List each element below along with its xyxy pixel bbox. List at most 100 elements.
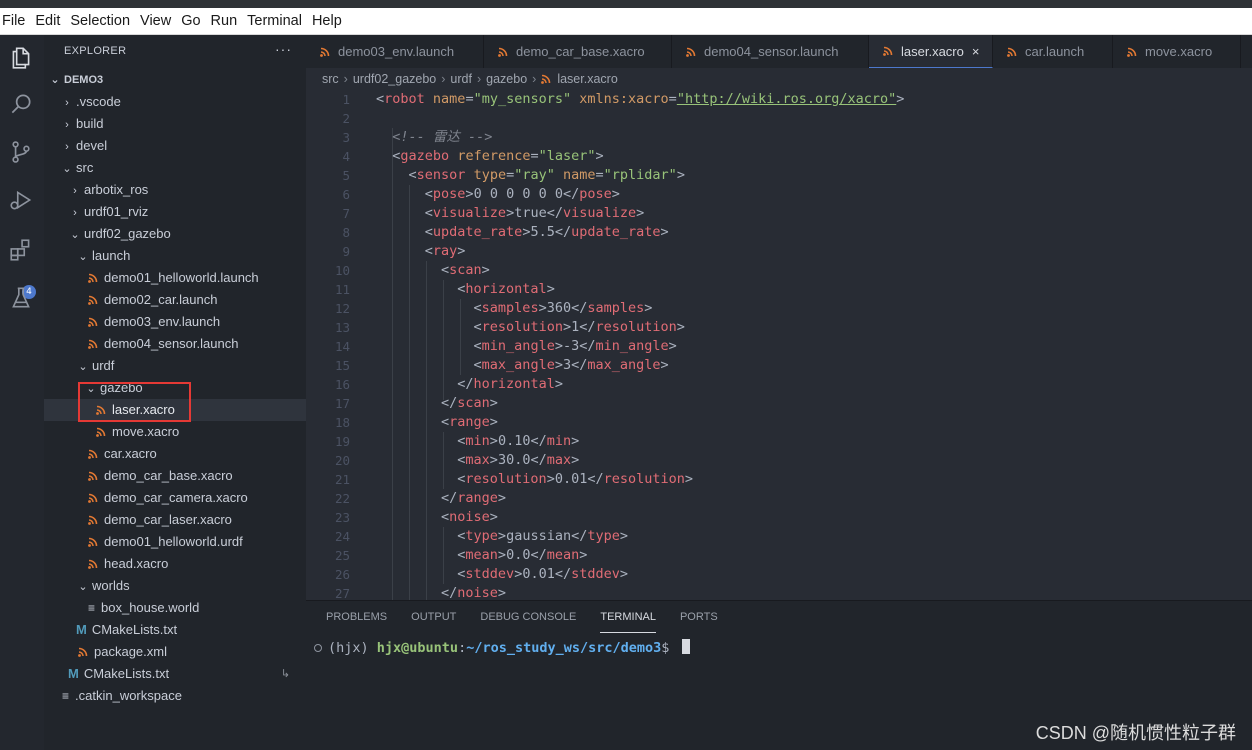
code-line: <gazebo reference="laser">: [376, 148, 604, 164]
tree-item-demo03-env-launch[interactable]: demo03_env.launch: [44, 311, 306, 333]
code-line: <robot name="my_sensors" xmlns:xacro="ht…: [376, 91, 905, 107]
url-link[interactable]: "http://wiki.ros.org/xacro": [677, 91, 896, 107]
tree-item-src[interactable]: ⌄ src: [44, 157, 306, 179]
tree-item-demo-car-base-xacro[interactable]: demo_car_base.xacro: [44, 465, 306, 487]
explorer-sidebar: EXPLORER ··· ⌄ DEMO3 › .vscode › build › dev…: [44, 35, 306, 750]
tree-item-car-xacro[interactable]: car.xacro: [44, 443, 306, 465]
tab-demo03-env-launch[interactable]: demo03_env.launch: [306, 35, 484, 68]
editor-tab-bar: demo03_env.launch demo_car_base.xacro de…: [306, 35, 1252, 68]
tree-item-box-house-world[interactable]: ≡ box_house.world: [44, 597, 306, 619]
explorer-title: EXPLORER: [64, 45, 127, 57]
tree-item-demo04-sensor-launch[interactable]: demo04_sensor.launch: [44, 333, 306, 355]
tree-item-demo01-helloworld-urdf[interactable]: demo01_helloworld.urdf: [44, 531, 306, 553]
rss-icon: [88, 317, 98, 327]
panel-tabs: PROBLEMS OUTPUT DEBUG CONSOLE TERMINAL P…: [326, 611, 742, 633]
menu-go[interactable]: Go: [178, 8, 207, 35]
line-number: 12: [334, 301, 350, 316]
testing-icon[interactable]: [6, 283, 36, 313]
line-number: 26: [334, 567, 350, 582]
code-lines: <robot name="my_sensors" xmlns:xacro="ht…: [376, 90, 904, 600]
chevron-down-icon: ⌄: [70, 229, 80, 241]
tree-item-urdf[interactable]: ⌄ urdf: [44, 355, 306, 377]
tab-laser-xacro[interactable]: laser.xacro ×: [869, 35, 993, 68]
code-line: <max>30.0</max>: [376, 452, 580, 468]
tree-item-arbotix-ros[interactable]: › arbotix_ros: [44, 179, 306, 201]
menu-bar: File Edit Selection View Go Run Terminal…: [0, 8, 1252, 35]
chevron-right-icon: ›: [65, 119, 69, 131]
code-line: <pose>0 0 0 0 0 0</pose>: [376, 186, 620, 202]
tree-item-move-xacro[interactable]: move.xacro: [44, 421, 306, 443]
tree-item-worlds[interactable]: ⌄ worlds: [44, 575, 306, 597]
run-debug-icon[interactable]: [6, 185, 36, 215]
tree-item-vscode[interactable]: › .vscode: [44, 91, 306, 113]
terminal-output[interactable]: (hjx) hjx@ubuntu:~/ros_study_ws/src/demo…: [314, 639, 690, 656]
menu-help[interactable]: Help: [309, 8, 349, 35]
extensions-icon[interactable]: [6, 235, 36, 265]
text-file-icon: ≡: [62, 689, 70, 703]
cmake-icon: M: [76, 622, 87, 637]
tree-item-catkin-workspace[interactable]: ≡ .catkin_workspace: [44, 685, 306, 707]
chevron-down-icon: ⌄: [78, 581, 88, 593]
rss-icon: [88, 493, 98, 503]
tree-item-devel[interactable]: › devel: [44, 135, 306, 157]
tree-item-demo-car-camera-xacro[interactable]: demo_car_camera.xacro: [44, 487, 306, 509]
tab-ports[interactable]: PORTS: [680, 611, 718, 633]
line-number: 1: [342, 92, 350, 107]
activity-bar: 4: [0, 35, 44, 750]
menu-edit[interactable]: Edit: [32, 8, 67, 35]
menu-file[interactable]: File: [0, 8, 32, 35]
tab-problems[interactable]: PROBLEMS: [326, 611, 387, 633]
rss-icon: [498, 47, 508, 57]
search-icon[interactable]: [6, 89, 36, 119]
tab-move-xacro[interactable]: move.xacro: [1113, 35, 1241, 68]
menu-run[interactable]: Run: [208, 8, 245, 35]
code-line: <mean>0.0</mean>: [376, 547, 588, 563]
code-line: <!-- 雷达 -->: [392, 129, 493, 145]
menu-terminal[interactable]: Terminal: [244, 8, 309, 35]
tree-item-package-xml[interactable]: package.xml: [44, 641, 306, 663]
breadcrumb-gazebo[interactable]: gazebo: [486, 72, 527, 86]
menu-selection[interactable]: Selection: [67, 8, 137, 35]
tab-car-launch[interactable]: car.launch: [993, 35, 1113, 68]
tab-demo04-sensor-launch[interactable]: demo04_sensor.launch: [672, 35, 869, 68]
menu-view[interactable]: View: [137, 8, 178, 35]
explorer-icon[interactable]: [6, 43, 36, 73]
close-icon[interactable]: ×: [972, 44, 980, 59]
breadcrumb-src[interactable]: src: [322, 72, 339, 86]
text-file-icon: ≡: [88, 601, 96, 615]
code-line: <type>gaussian</type>: [376, 528, 629, 544]
explorer-more-button[interactable]: ···: [275, 41, 292, 57]
rss-icon: [1007, 47, 1017, 57]
tab-output[interactable]: OUTPUT: [411, 611, 456, 633]
tree-item-urdf02-gazebo[interactable]: ⌄ urdf02_gazebo: [44, 223, 306, 245]
tree-item-launch[interactable]: ⌄ launch: [44, 245, 306, 267]
tree-item-demo-car-laser-xacro[interactable]: demo_car_laser.xacro: [44, 509, 306, 531]
tree-item-cmakelists-src[interactable]: M CMakeLists.txt ↳: [44, 663, 306, 685]
code-editor[interactable]: 1 2 3 4 5 6 7 8 9 10 11 12 13 14 15 16 1…: [306, 90, 1252, 600]
symlink-icon: ↳: [280, 668, 290, 680]
line-number: 3: [342, 130, 350, 145]
tree-item-demo01-helloworld-launch[interactable]: demo01_helloworld.launch: [44, 267, 306, 289]
rss-icon: [88, 559, 98, 569]
chevron-right-icon: ›: [73, 185, 77, 197]
breadcrumb-urdf02-gazebo[interactable]: urdf02_gazebo: [353, 72, 436, 86]
tree-item-demo02-car-launch[interactable]: demo02_car.launch: [44, 289, 306, 311]
tab-terminal[interactable]: TERMINAL: [600, 611, 656, 633]
source-control-icon[interactable]: [6, 137, 36, 167]
chevron-down-icon: ⌄: [50, 74, 60, 86]
tree-item-urdf01-rviz[interactable]: › urdf01_rviz: [44, 201, 306, 223]
breadcrumb-urdf[interactable]: urdf: [450, 72, 472, 86]
code-line: <update_rate>5.5</update_rate>: [376, 224, 669, 240]
tab-demo-car-base-xacro[interactable]: demo_car_base.xacro: [484, 35, 672, 68]
workspace-root[interactable]: ⌄ DEMO3: [44, 69, 306, 91]
tree-item-head-xacro[interactable]: head.xacro: [44, 553, 306, 575]
breadcrumb-laser-xacro[interactable]: laser.xacro: [557, 72, 617, 86]
line-number: 9: [342, 244, 350, 259]
tree-item-cmakelists-gazebo[interactable]: M CMakeLists.txt: [44, 619, 306, 641]
code-line: <resolution>1</resolution>: [376, 319, 685, 335]
line-number: 10: [334, 263, 350, 278]
tree-item-build[interactable]: › build: [44, 113, 306, 135]
code-line: <stddev>0.01</stddev>: [376, 566, 629, 582]
rss-icon: [88, 295, 98, 305]
tab-debug-console[interactable]: DEBUG CONSOLE: [480, 611, 576, 633]
